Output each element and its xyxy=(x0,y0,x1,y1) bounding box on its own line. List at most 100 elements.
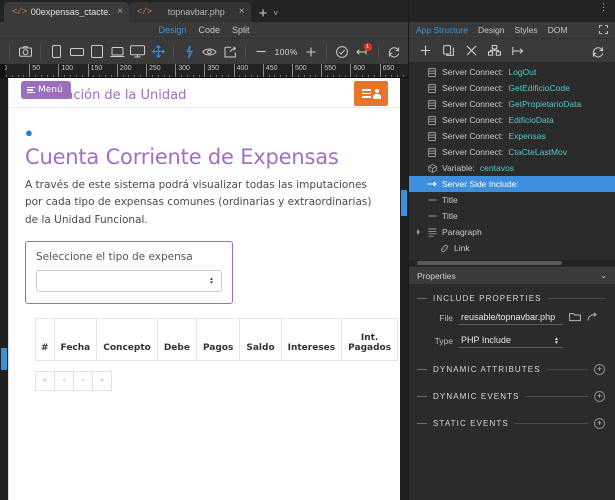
pagination-button[interactable]: › xyxy=(73,370,93,391)
tree-item[interactable]: Title xyxy=(409,192,615,208)
pagination-button[interactable]: ‹ xyxy=(54,370,74,391)
database-icon xyxy=(427,115,437,125)
tree-item[interactable]: Paragraph xyxy=(409,224,615,240)
tree-item[interactable]: Title xyxy=(409,208,615,224)
canvas-left-gutter xyxy=(0,78,8,500)
zoom-out-button[interactable] xyxy=(251,42,271,62)
tree-item-label: Server Connect: xyxy=(442,99,504,109)
camera-icon[interactable] xyxy=(15,42,35,62)
tree-item[interactable]: Server Connect: LogOut xyxy=(409,64,615,80)
error-count-badge: 1 xyxy=(363,42,372,51)
new-tab-button[interactable]: + xyxy=(259,6,268,21)
right-pane-tabs: App Structure Design Styles DOM xyxy=(409,22,615,38)
chevron-down-icon[interactable]: ˅ xyxy=(273,9,278,18)
section-title: STATIC EVENTS xyxy=(433,419,509,428)
tree-item-label: Server Connect: xyxy=(442,147,504,157)
collapse-icon[interactable] xyxy=(599,25,608,34)
tree-item[interactable]: Variable: centavos xyxy=(409,160,615,176)
select-spinner-icon: ▲ ▼ xyxy=(554,336,559,346)
chevron-down-icon[interactable]: ⌄ xyxy=(600,271,607,280)
live-preview-icon[interactable] xyxy=(220,42,240,62)
pagination-button[interactable]: » xyxy=(92,370,112,391)
close-icon[interactable]: × xyxy=(117,7,123,17)
group-icon[interactable] xyxy=(484,41,505,61)
app-structure-tree[interactable]: Server Connect: LogOut Server Connect: GetE… xyxy=(409,62,615,266)
expense-type-select[interactable]: ▲ ▼ xyxy=(36,269,222,292)
database-icon xyxy=(427,131,437,141)
add-dynamic-attribute-button[interactable]: + xyxy=(594,364,605,375)
link-external-icon[interactable] xyxy=(587,312,599,324)
move-icon[interactable] xyxy=(507,41,528,61)
table-header-cell: Int. Pagados xyxy=(341,317,399,361)
file-field[interactable]: reusable/topnavbar.php xyxy=(459,311,563,325)
tree-item[interactable]: Server Connect: GetEdificioCode xyxy=(409,80,615,96)
type-select[interactable]: PHP Include ▲ ▼ xyxy=(459,334,563,348)
file-tab-0[interactable]: </> 00expensas_ctacte.... × xyxy=(4,2,129,22)
section-dynamic-events: DYNAMIC EVENTS + xyxy=(409,391,615,402)
tree-item[interactable]: Server Connect: GetPropietarioData xyxy=(409,96,615,112)
tree-item-label: Link xyxy=(454,243,470,253)
kebab-menu-icon[interactable]: ⋮ xyxy=(599,3,608,12)
content-heading: Cuenta Corriente de Expensas xyxy=(25,145,339,169)
zoom-in-button[interactable] xyxy=(301,42,321,62)
mobile-portrait-icon[interactable] xyxy=(46,42,66,62)
add-static-event-button[interactable]: + xyxy=(594,418,605,429)
user-list-button[interactable] xyxy=(354,81,388,106)
resize-icon[interactable] xyxy=(148,42,168,62)
mobile-landscape-icon[interactable] xyxy=(67,42,87,62)
database-icon xyxy=(427,67,437,77)
expand-caret-icon[interactable] xyxy=(417,229,420,235)
refresh-icon[interactable] xyxy=(587,42,608,62)
table-header-cell: Pagos xyxy=(195,317,241,361)
tab-split[interactable]: Split xyxy=(232,25,250,35)
tree-item[interactable]: Link xyxy=(409,240,615,256)
refresh-icon[interactable] xyxy=(384,42,404,62)
divider xyxy=(417,396,427,397)
close-icon[interactable]: × xyxy=(239,7,245,17)
section-title: INCLUDE PROPERTIES xyxy=(433,294,542,303)
laptop-icon[interactable] xyxy=(107,42,127,62)
tab-app-structure[interactable]: App Structure xyxy=(416,25,468,35)
tree-item[interactable]: Server Connect: Expensas xyxy=(409,128,615,144)
section-title: DYNAMIC EVENTS xyxy=(433,392,520,401)
tree-item[interactable]: Server Connect: EdificioData xyxy=(409,112,615,128)
zoom-level[interactable]: 100% xyxy=(272,47,301,57)
divider xyxy=(417,298,427,299)
table-header-cell: Concepto xyxy=(96,317,158,361)
delete-icon[interactable] xyxy=(461,41,482,61)
duplicate-icon[interactable] xyxy=(438,41,459,61)
tree-item-value: CtaCteLastMov xyxy=(508,147,568,157)
ruler-corner xyxy=(0,64,5,77)
tree-item[interactable]: Server Side Include: xyxy=(409,176,615,192)
lightning-icon[interactable] xyxy=(179,42,199,62)
pagination-button[interactable]: « xyxy=(35,370,55,391)
eye-icon[interactable] xyxy=(200,42,220,62)
table-header-cell: Intereses xyxy=(280,317,343,361)
tree-item-value: centavos xyxy=(479,163,514,173)
divider xyxy=(9,43,10,60)
tree-item[interactable]: Server Connect: CtaCteLastMov xyxy=(409,144,615,160)
add-dynamic-event-button[interactable]: + xyxy=(594,391,605,402)
content-paragraph: A través de este sistema podrá visualiza… xyxy=(25,179,372,226)
tab-code[interactable]: Code xyxy=(198,25,220,35)
check-circle-icon[interactable] xyxy=(332,42,352,62)
tab-design[interactable]: Design xyxy=(158,25,186,35)
database-icon xyxy=(427,83,437,93)
desktop-icon[interactable] xyxy=(128,42,148,62)
canvas-right-scroll-marker[interactable] xyxy=(401,190,407,216)
tablet-icon[interactable] xyxy=(87,42,107,62)
canvas-selection-marker[interactable] xyxy=(1,348,7,370)
type-property-row: Type PHP Include ▲ ▼ xyxy=(409,334,615,348)
file-tab-1[interactable]: </> topnavbar.php × xyxy=(129,2,251,22)
menu-button[interactable]: Menú xyxy=(21,81,71,99)
errors-flag-icon[interactable]: 1 xyxy=(352,42,372,62)
tab-design[interactable]: Design xyxy=(478,25,504,35)
tree-item-label: Server Connect: xyxy=(442,115,504,125)
table-header-row: # Fecha Concepto Debe Pagos Saldo Intereses Int… xyxy=(35,317,399,361)
add-icon[interactable] xyxy=(415,41,436,61)
tab-dom[interactable]: DOM xyxy=(548,25,568,35)
tab-styles[interactable]: Styles xyxy=(514,25,537,35)
folder-icon[interactable] xyxy=(569,312,581,324)
properties-header[interactable]: Properties ⌄ xyxy=(409,266,615,284)
tree-item-label: Title xyxy=(442,195,458,205)
